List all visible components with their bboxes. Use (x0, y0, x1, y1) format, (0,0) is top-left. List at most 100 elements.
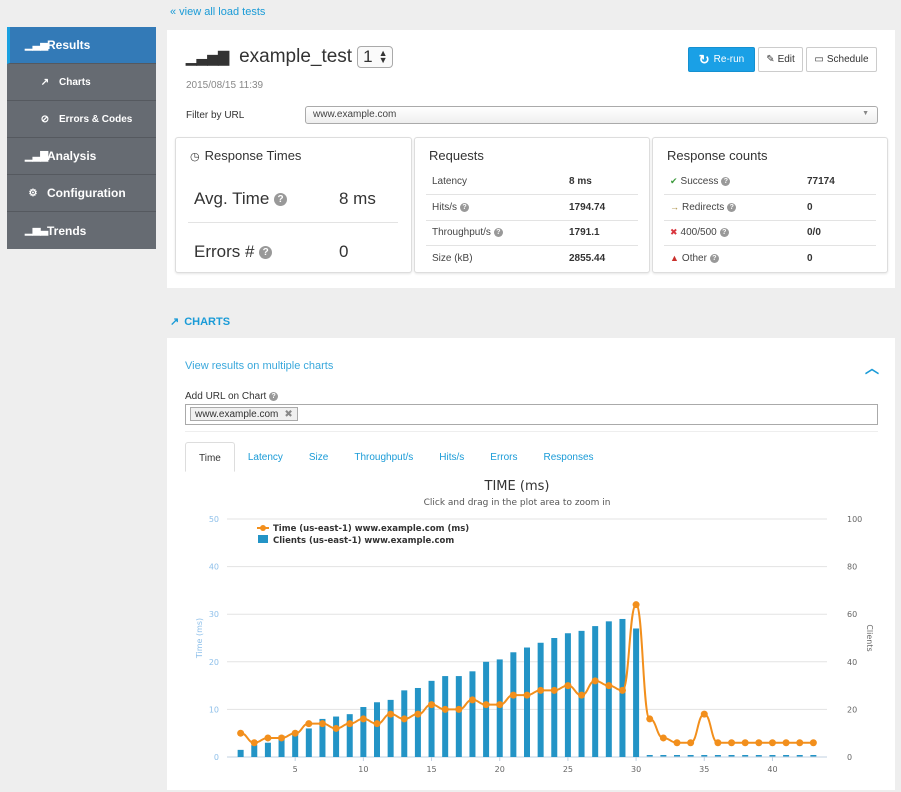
tab-size[interactable]: Size (296, 442, 341, 472)
y2-tick-label: 0 (847, 753, 852, 762)
sidebar-item-errors-codes[interactable]: ⊘ Errors & Codes (7, 101, 156, 138)
clients-bar (374, 702, 380, 757)
help-icon[interactable]: ? (274, 193, 288, 207)
chart-tabs: Time Latency Size Throughput/s Hits/s Errors R… (185, 442, 607, 472)
time-point (673, 739, 681, 747)
page-title: example_test (239, 46, 353, 67)
y-tick-label: 0 (214, 753, 219, 762)
x-tick-label: 20 (495, 765, 505, 774)
test-date: 2015/08/15 11:39 (186, 80, 264, 91)
tab-hits-s[interactable]: Hits/s (426, 442, 477, 472)
x-tick-label: 25 (563, 765, 573, 774)
tab-latency[interactable]: Latency (235, 442, 296, 472)
clients-bar (783, 755, 790, 757)
time-point (728, 739, 736, 747)
time-point (441, 705, 449, 713)
line-chart-icon: ↗ (170, 316, 180, 328)
clients-bar (646, 755, 653, 757)
chevron-up-icon[interactable]: ︿ (865, 358, 879, 378)
y-tick-label: 30 (209, 610, 219, 619)
time-point (578, 691, 586, 699)
tab-errors[interactable]: Errors (477, 442, 530, 472)
response-times-title: ◷ Response Times (190, 148, 301, 163)
y2-axis-label: Clients (865, 624, 874, 651)
sidebar-item-charts[interactable]: ↗ Charts (7, 64, 156, 101)
time-point (291, 729, 299, 737)
time-point (264, 734, 272, 742)
errors-row: Errors # ? 0 (194, 242, 399, 262)
bar-chart-icon: ▁▅▃ (25, 225, 49, 236)
help-icon[interactable]: ? (727, 202, 737, 212)
view-multiple-charts-link[interactable]: View results on multiple charts (185, 360, 333, 372)
clients-bar (510, 652, 517, 757)
charts-panel: View results on multiple charts ︿ Add UR… (167, 338, 895, 790)
add-url-label: Add URL on Chart ? (185, 391, 279, 402)
count-value: 0 (807, 253, 813, 264)
time-point (482, 701, 490, 709)
tab-responses[interactable]: Responses (531, 442, 607, 472)
divider (188, 222, 398, 223)
y2-tick-label: 80 (847, 563, 857, 572)
sidebar-item-analysis[interactable]: ▁▃▇ Analysis (7, 138, 156, 175)
count-label: ✔ Success? (664, 169, 801, 195)
sidebar: ▁▃▅ Results ↗ Charts ⊘ Errors & Codes ▁▃▇ Analy… (7, 27, 156, 249)
x-tick-label: 35 (699, 765, 709, 774)
dropdown-caret-icon: ▼ (862, 110, 869, 117)
time-chart[interactable]: TIME (ms) Click and drag in the plot area… (167, 472, 895, 792)
line-chart-icon: ↗ (40, 76, 50, 88)
help-icon[interactable]: ? (719, 228, 729, 238)
edit-button[interactable]: ✎ Edit (758, 47, 803, 72)
time-point (468, 696, 476, 704)
run-number-select[interactable]: 1 ▲ ▼ (357, 46, 394, 68)
clients-bar (305, 728, 312, 757)
count-value: 77174 (801, 169, 876, 195)
clients-bar (414, 687, 421, 757)
schedule-button[interactable]: ▭ Schedule (806, 47, 877, 72)
sidebar-item-trends[interactable]: ▁▅▃ Trends (7, 212, 156, 249)
metric-label: Hits/s? (426, 194, 563, 221)
clients-bar (592, 626, 599, 757)
time-point (741, 739, 749, 747)
count-label: → Redirects? (664, 194, 801, 221)
add-url-label-text: Add URL on Chart (185, 391, 267, 402)
time-point (509, 691, 517, 699)
sidebar-item-results[interactable]: ▁▃▅ Results (7, 27, 156, 64)
help-icon[interactable]: ? (460, 202, 469, 212)
x-tick-label: 30 (631, 765, 641, 774)
clients-bar (714, 755, 721, 757)
help-icon[interactable]: ? (259, 246, 273, 260)
add-url-input[interactable]: www.example.com ✖ (185, 404, 878, 425)
time-point (618, 686, 626, 694)
metric-label-text: Latency (432, 176, 468, 187)
errors-label: Errors # (194, 242, 255, 261)
help-icon[interactable]: ? (493, 228, 503, 238)
url-tag: www.example.com ✖ (190, 407, 298, 421)
clients-bar (551, 638, 558, 757)
metric-value: 2855.44 (569, 253, 606, 264)
y-tick-label: 50 (209, 515, 219, 524)
sidebar-item-configuration[interactable]: ⚙ Configuration (7, 175, 156, 212)
errors-value: 0 (339, 242, 349, 261)
response-counts-table: ✔ Success? 77174 → Redirects? 0 ✖ 400/500? 0/0 ▲ O… (664, 169, 876, 271)
filter-url-value: www.example.com (313, 109, 397, 120)
refresh-icon: ↻ (698, 51, 710, 67)
filter-url-select[interactable]: www.example.com ▼ (305, 106, 878, 124)
help-icon[interactable]: ? (709, 253, 719, 263)
tab-throughput-s[interactable]: Throughput/s (341, 442, 426, 472)
rerun-button[interactable]: ↻ Re-run (688, 47, 755, 72)
clients-bar (524, 647, 530, 757)
clients-bar (237, 749, 244, 757)
count-label-text: Success (680, 176, 719, 187)
table-row: Latency 8 ms (426, 169, 638, 195)
remove-tag-icon[interactable]: ✖ (284, 409, 292, 420)
time-point (646, 715, 654, 723)
y2-tick-label: 40 (847, 658, 857, 667)
help-icon[interactable]: ? (721, 176, 731, 186)
view-all-load-tests-link[interactable]: « view all load tests (170, 6, 265, 18)
time-point (414, 710, 422, 718)
table-row: ✔ Success? 77174 (664, 169, 876, 195)
tab-time[interactable]: Time (185, 442, 235, 472)
charts-heading-text: CHARTS (184, 316, 231, 328)
count-label-text: Redirects (682, 201, 725, 213)
help-icon[interactable]: ? (269, 391, 279, 401)
